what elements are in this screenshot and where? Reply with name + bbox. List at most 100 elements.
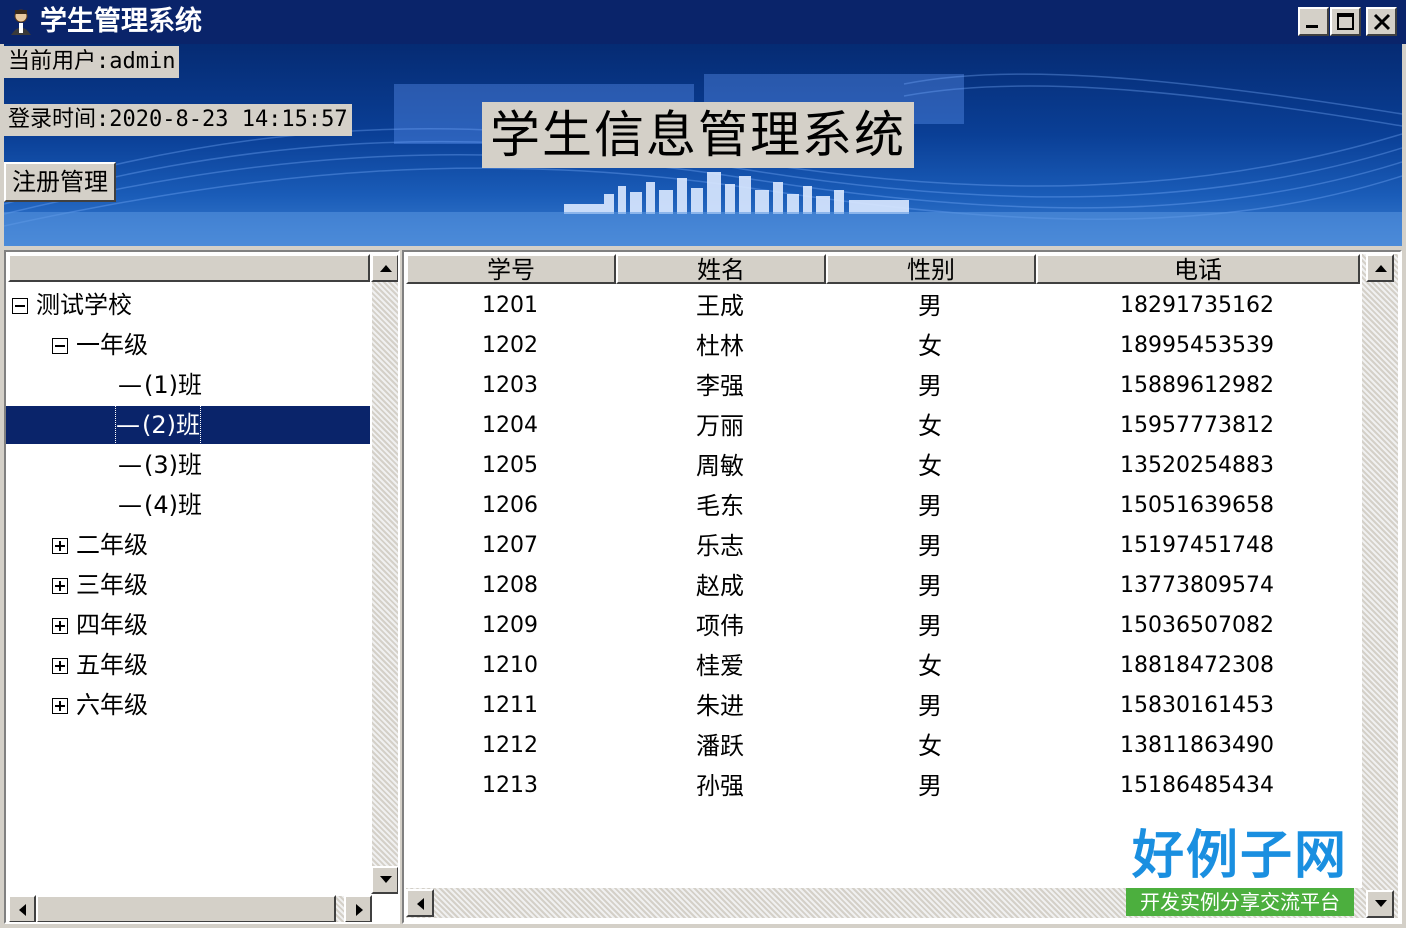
column-header-name[interactable]: 姓名 [616,254,826,284]
tree-node-grade6[interactable]: 六年级 [52,686,148,724]
table-row[interactable]: 1207 乐志 男 15197451748 [404,526,1364,566]
tree-node-class-3[interactable]: —(3)班 [118,446,202,484]
maximize-icon [1337,13,1354,30]
system-title: 学生信息管理系统 [482,102,914,168]
tree-node-label: (4)班 [144,491,202,519]
expand-icon[interactable] [52,618,68,634]
student-grid-panel[interactable]: 学号 姓名 性别 电话 1201 王成男 18291735162 1202 杜林女 189… [402,250,1402,924]
tree-node-class-4[interactable]: —(4)班 [118,486,202,524]
scroll-up-button[interactable] [1366,254,1394,282]
close-icon [1373,13,1391,31]
cell-student-name: 潘跃 [696,732,744,760]
cell-student-gender: 男 [918,692,942,720]
cell-student-phone: 15186485434 [1120,773,1274,798]
tree-vertical-scrollbar[interactable] [371,254,398,894]
tree-node-label: 一年级 [76,331,148,359]
column-header-id[interactable]: 学号 [406,254,616,284]
cell-student-phone: 15957773812 [1120,413,1274,438]
column-header-phone[interactable]: 电话 [1036,254,1360,284]
scroll-up-button[interactable] [371,254,398,282]
table-row[interactable]: 1204 万丽 女 15957773812 [404,406,1364,446]
table-row[interactable]: 1209 项伟 男 15036507082 [404,606,1364,646]
cell-student-name: 桂爱 [696,652,744,680]
tree-node-label: 二年级 [76,531,148,559]
cell-student-id: 1205 [482,453,538,478]
table-row[interactable]: 1208 赵成 男 13773809574 [404,566,1364,606]
cell-student-gender: 男 [918,532,942,560]
tree-horizontal-scrollbar[interactable] [8,895,372,922]
class-tree-panel[interactable]: 测试学校 一年级 —(1)班 —(2)班 —(3)班 —(4)班 二年级 三年级… [4,250,400,924]
scroll-left-button[interactable] [8,895,36,922]
scroll-thumb[interactable] [36,895,336,922]
column-header-gender[interactable]: 性别 [826,254,1036,284]
cell-student-name: 周敏 [696,452,744,480]
cell-student-name: 乐志 [696,532,744,560]
maximize-button[interactable] [1330,7,1361,36]
minimize-icon [1306,25,1318,28]
cell-student-id: 1207 [482,533,538,558]
cell-student-id: 1204 [482,413,538,438]
scroll-down-button[interactable] [371,866,398,894]
table-row[interactable]: 1205 周敏 女 13520254883 [404,446,1364,486]
tree-node-grade1[interactable]: 一年级 [52,326,148,364]
cell-student-name: 万丽 [696,412,744,440]
minimize-button[interactable] [1298,7,1329,36]
login-time-label: 登录时间:2020-8-23 14:15:57 [4,104,352,136]
table-row[interactable]: 1206 毛东 男 15051639658 [404,486,1364,526]
cell-student-phone: 15830161453 [1120,693,1274,718]
scroll-left-button[interactable] [406,889,434,917]
close-button[interactable] [1366,7,1397,36]
cell-student-id: 1202 [482,333,538,358]
selected-node-focus: —(2)班 [115,405,201,445]
user-icon [11,9,31,35]
grid-vertical-scrollbar[interactable] [1362,254,1398,918]
tree-node-class-1[interactable]: —(1)班 [118,366,202,404]
expand-icon[interactable] [52,538,68,554]
cell-student-name: 项伟 [696,612,744,640]
tree-node-label: 五年级 [76,651,148,679]
cell-student-name: 杜林 [696,332,744,360]
tree-node-grade5[interactable]: 五年级 [52,646,148,684]
table-row[interactable]: 1211 朱进 男 15830161453 [404,686,1364,726]
cell-student-phone: 15197451748 [1120,533,1274,558]
expand-icon[interactable] [52,658,68,674]
header-banner: 当前用户:admin 登录时间:2020-8-23 14:15:57 注册管理 … [4,44,1402,246]
cell-student-id: 1209 [482,613,538,638]
tree-node-grade2[interactable]: 二年级 [52,526,148,564]
cell-student-gender: 男 [918,372,942,400]
cell-student-phone: 15036507082 [1120,613,1274,638]
collapse-icon[interactable] [52,338,68,354]
cell-student-name: 孙强 [696,772,744,800]
tree-node-grade3[interactable]: 三年级 [52,566,148,604]
cell-student-phone: 13811863490 [1120,733,1274,758]
table-row[interactable]: 1212 潘跃 女 13811863490 [404,726,1364,766]
cell-student-id: 1212 [482,733,538,758]
expand-icon[interactable] [52,698,68,714]
cell-student-gender: 男 [918,572,942,600]
expand-icon[interactable] [52,578,68,594]
table-row[interactable]: 1203 李强 男 15889612982 [404,366,1364,406]
table-row[interactable]: 1201 王成 男 18291735162 [404,286,1364,326]
cell-student-phone: 18818472308 [1120,653,1274,678]
cell-student-phone: 15889612982 [1120,373,1274,398]
cell-student-id: 1206 [482,493,538,518]
table-row[interactable]: 1213 孙强 男 15186485434 [404,766,1364,806]
scroll-down-button[interactable] [1366,890,1394,918]
tree-node-grade4[interactable]: 四年级 [52,606,148,644]
arrow-right-icon [356,904,363,916]
watermark-logo-subtitle: 开发实例分享交流平台 [1126,888,1354,916]
tree-node-label: 六年级 [76,691,148,719]
tree-node-class-2-selected[interactable]: —(2)班 [6,405,370,445]
table-row[interactable]: 1202 杜林 女 18995453539 [404,326,1364,366]
tree-node-root[interactable]: 测试学校 [12,286,132,324]
table-row[interactable]: 1210 桂爱 女 18818472308 [404,646,1364,686]
title-bar[interactable]: 学生管理系统 [0,0,1406,44]
cell-student-id: 1213 [482,773,538,798]
tree-node-label: (2)班 [142,411,200,439]
collapse-icon[interactable] [12,298,28,314]
cell-student-gender: 男 [918,772,942,800]
scroll-right-button[interactable] [344,895,372,922]
register-management-button[interactable]: 注册管理 [4,162,116,202]
tree-line-icon: — [118,371,142,399]
window-title: 学生管理系统 [40,6,202,37]
